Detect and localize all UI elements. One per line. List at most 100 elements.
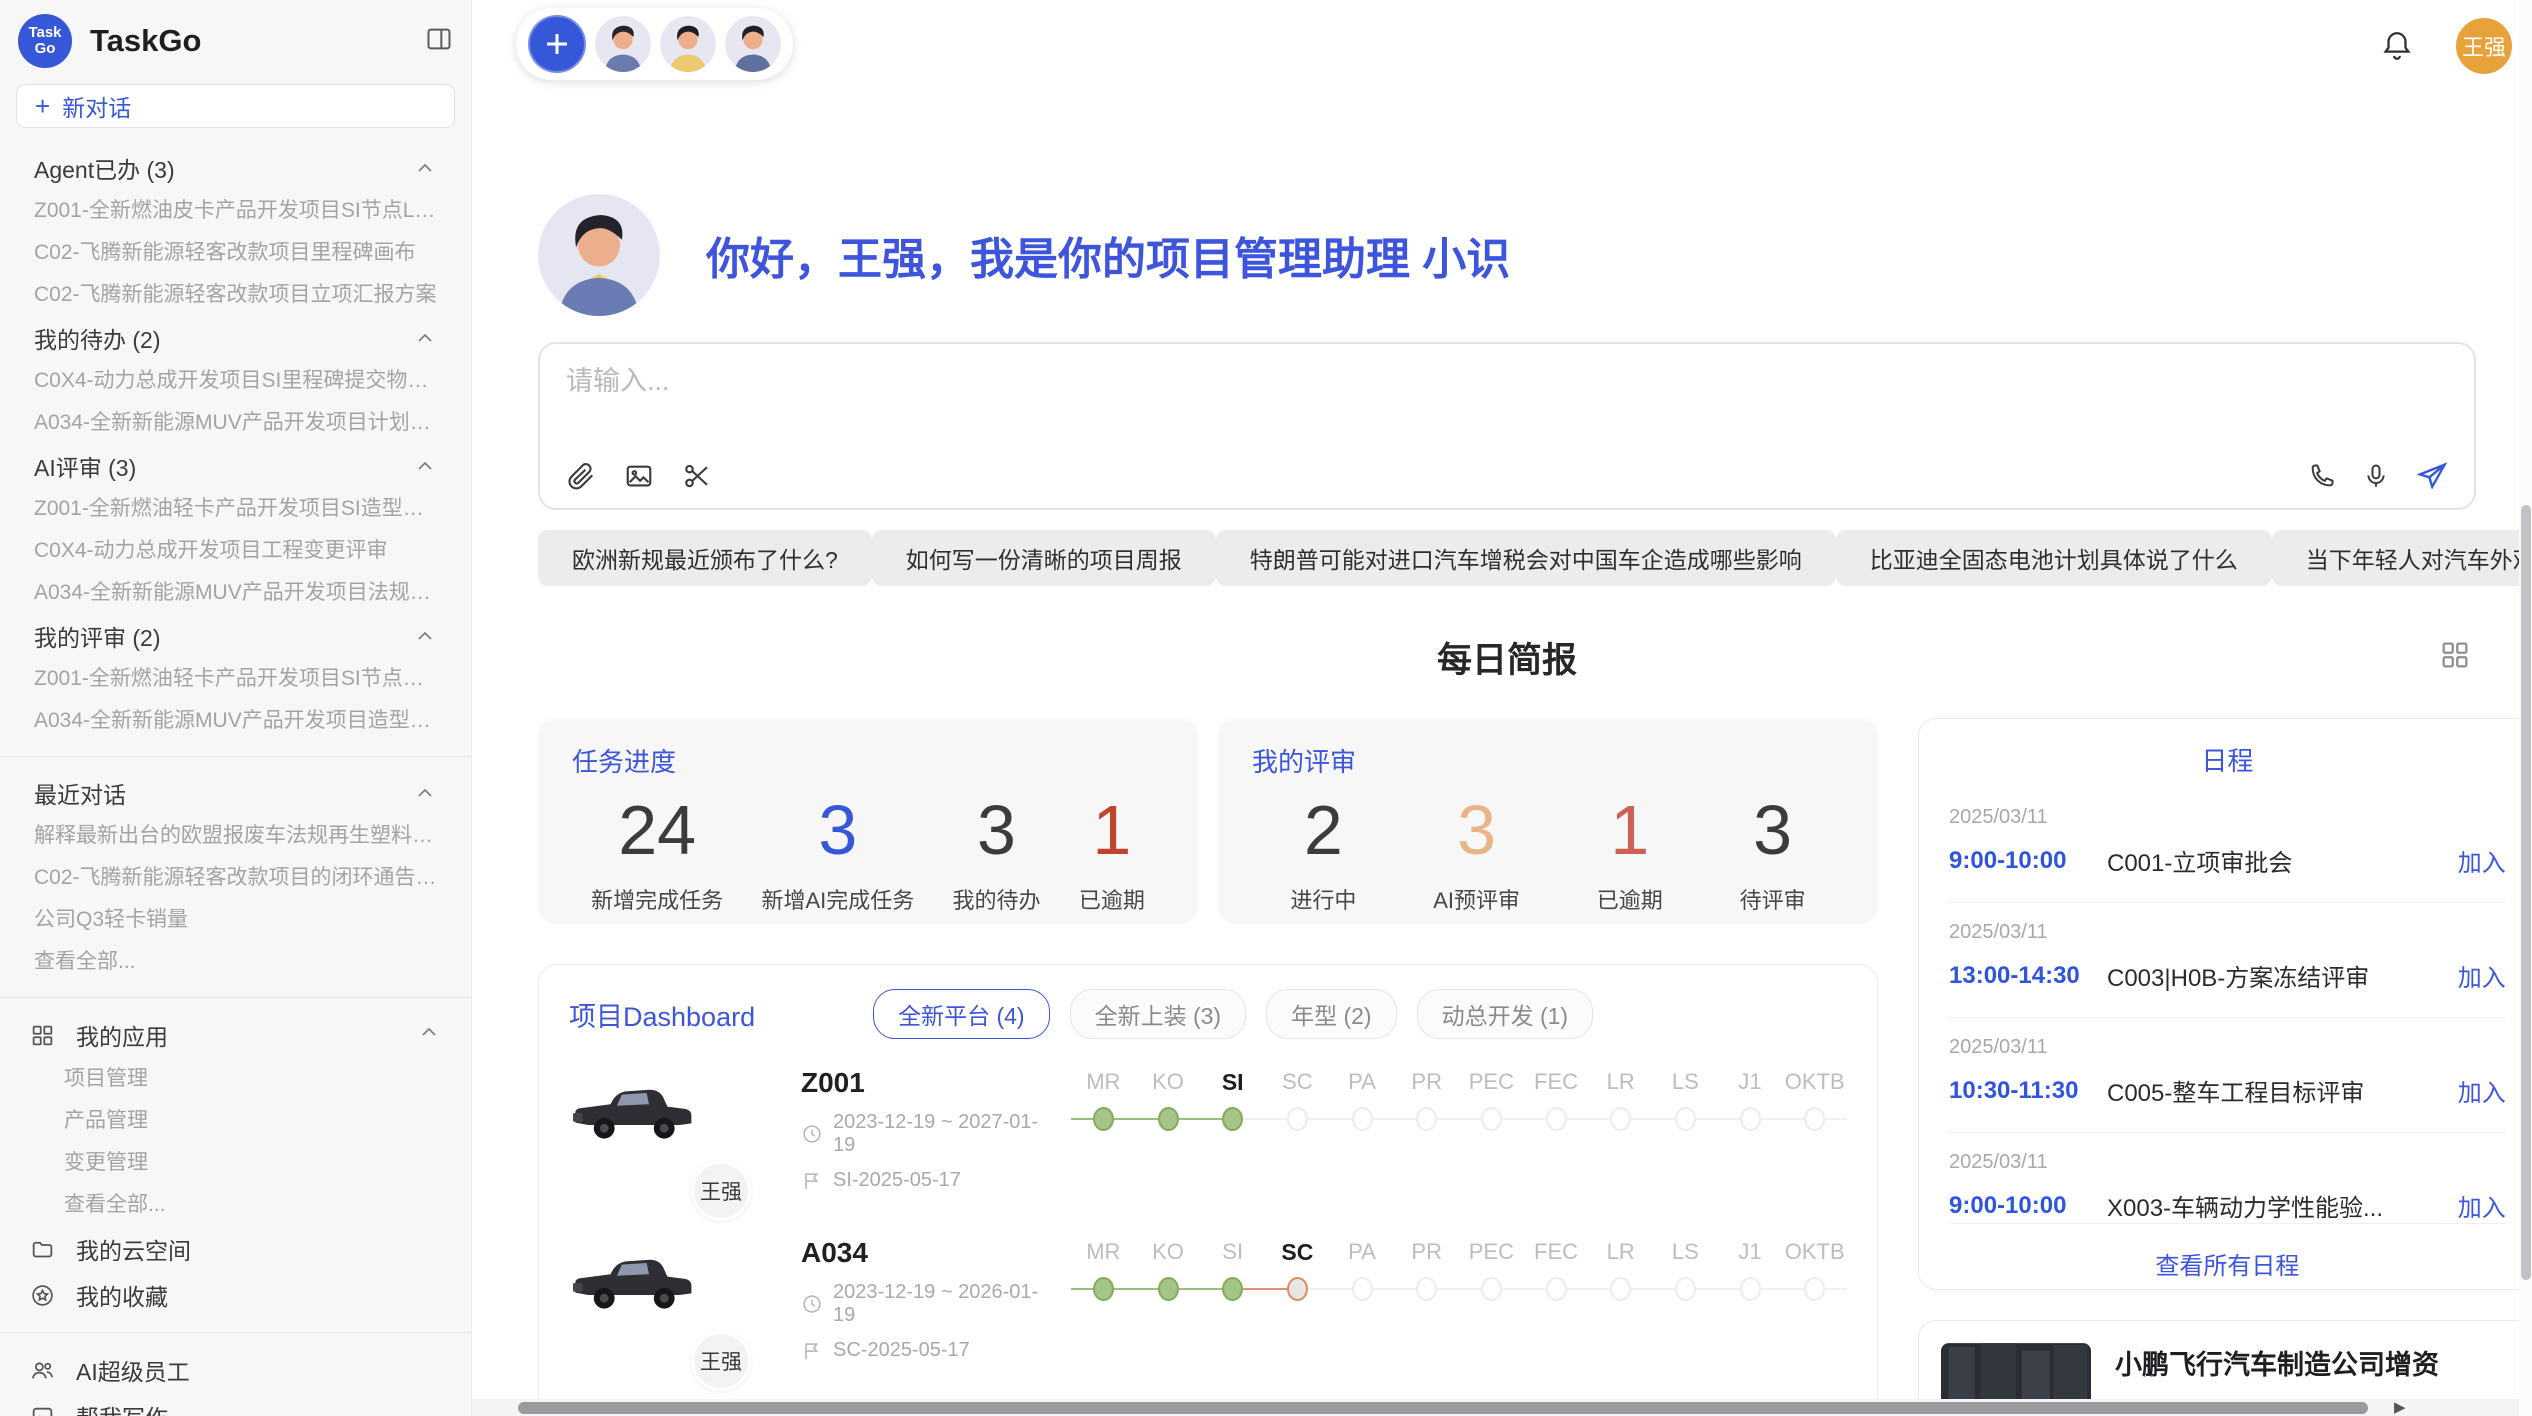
project-row[interactable]: 王强Z0012023-12-19 ~ 2027-01-19SI-2025-05-… <box>569 1065 1847 1209</box>
voice-call-icon[interactable] <box>2308 462 2336 490</box>
milestone-segment <box>1114 1118 1136 1120</box>
view-all-schedule-link[interactable]: 查看所有日程 <box>2155 1253 2299 1280</box>
sidebar-item[interactable]: Z001-全新燃油轻卡产品开发项目SI节点属性5D文件评审 <box>0 658 471 700</box>
milestone-segment <box>1502 1118 1524 1120</box>
stat-value: 1 <box>1610 795 1649 865</box>
sidebar-app-item[interactable]: 变更管理 <box>0 1142 471 1184</box>
event-date: 2025/03/11 <box>1949 806 2506 829</box>
chat-input[interactable] <box>566 366 2448 397</box>
milestone: SI <box>1200 1239 1265 1379</box>
new-chat-button[interactable]: + 新对话 <box>16 84 455 128</box>
milestone-segment <box>1200 1118 1222 1120</box>
sidebar-item-star[interactable]: 我的收藏 <box>0 1272 471 1318</box>
milestone-dot <box>1481 1107 1502 1131</box>
sidebar-item[interactable]: C02-飞腾新能源轻客改款项目立项汇报方案 <box>0 274 471 316</box>
sidebar-item[interactable]: C0X4-动力总成开发项目SI里程碑提交物检查 <box>0 360 471 402</box>
sidebar-section-header[interactable]: Agent已办 (3) <box>0 146 471 190</box>
sidebar-app-item[interactable]: 查看全部... <box>0 1184 471 1226</box>
sidebar-item[interactable]: A034-全新新能源MUV产品开发项目计划变更表编写 <box>0 402 471 444</box>
event-name: X003-车辆动力学性能验... <box>2107 1188 2444 1223</box>
project-row[interactable]: 王强A0342023-12-19 ~ 2026-01-19SC-2025-05-… <box>569 1235 1847 1379</box>
sidebar-item[interactable]: 公司Q3轻卡销量 <box>0 899 471 941</box>
horizontal-scrollbar-thumb[interactable] <box>518 1402 2368 1414</box>
sidebar-item-people[interactable]: AI超级员工 <box>0 1347 471 1393</box>
member-avatar[interactable] <box>595 16 651 72</box>
suggestion-chip[interactable]: 比亚迪全固态电池计划具体说了什么 <box>1836 530 2272 586</box>
event-join-link[interactable]: 加入 <box>2458 1073 2506 1108</box>
event-join-link[interactable]: 加入 <box>2458 843 2506 878</box>
sidebar-item-my-apps[interactable]: 我的应用 <box>0 1012 471 1058</box>
suggestion-chip[interactable]: 欧洲新规最近颁布了什么? <box>538 530 872 586</box>
milestone-dot <box>1740 1107 1761 1131</box>
milestone-segment <box>1373 1288 1395 1290</box>
sidebar-section-header[interactable]: 我的待办 (2) <box>0 316 471 360</box>
send-icon[interactable] <box>2416 460 2448 492</box>
sidebar-app-item[interactable]: 产品管理 <box>0 1100 471 1142</box>
scissors-icon[interactable] <box>682 461 712 491</box>
sidebar-item[interactable]: C02-飞腾新能源轻客改款项目的闭环通告反馈情况 <box>0 857 471 899</box>
stat-label: 新增完成任务 <box>591 883 723 915</box>
sidebar-item-folder[interactable]: 我的云空间 <box>0 1226 471 1272</box>
milestone-dot-row <box>1653 1275 1718 1303</box>
milestone-label: LS <box>1653 1239 1718 1275</box>
milestone-segment <box>1761 1118 1783 1120</box>
sidebar-section-header[interactable]: 最近对话 <box>0 771 471 815</box>
suggestion-chip[interactable]: 特朗普可能对进口汽车增税会对中国车企造成哪些影响 <box>1216 530 1836 586</box>
chevron-up-icon[interactable] <box>413 454 437 478</box>
sidebar-item[interactable]: Z001-全新燃油皮卡产品开发项目SI节点Lesson Learn报告 <box>0 190 471 232</box>
milestone-dot-row <box>1394 1275 1459 1303</box>
sidebar-app-item[interactable]: 项目管理 <box>0 1058 471 1100</box>
stat-label: 已逾期 <box>1079 883 1145 915</box>
sidebar-item[interactable]: 解释最新出台的欧盟报废车法规再生塑料比例被调至15%... <box>0 815 471 857</box>
vertical-scrollbar-thumb[interactable] <box>2521 505 2531 1280</box>
collapse-sidebar-icon[interactable] <box>425 25 453 58</box>
chevron-up-icon[interactable] <box>413 624 437 648</box>
sidebar-item[interactable]: C0X4-动力总成开发项目工程变更评审 <box>0 530 471 572</box>
sidebar-item-image[interactable]: 帮我写作 <box>0 1393 471 1416</box>
dashboard-tab[interactable]: 全新上装 (3) <box>1070 989 1247 1039</box>
microphone-icon[interactable] <box>2362 462 2390 490</box>
event-list: 2025/03/119:00-10:00C001-立项审批会加入2025/03/… <box>1949 788 2506 1223</box>
sidebar-item[interactable]: Z001-全新燃油轻卡产品开发项目SI造型提交物评审 <box>0 488 471 530</box>
milestone-label: OKTB <box>1782 1069 1847 1105</box>
event-time: 9:00-10:00 <box>1949 1192 2107 1220</box>
sidebar-item[interactable]: A034-全新新能源MUV产品开发项目造型可行性评审 <box>0 700 471 742</box>
milestone-dot <box>1093 1277 1114 1301</box>
member-avatar[interactable] <box>660 16 716 72</box>
member-avatar[interactable] <box>725 16 781 72</box>
layout-grid-icon[interactable] <box>2438 638 2472 677</box>
new-chat-label: 新对话 <box>62 89 131 123</box>
project-flag: SI-2025-05-17 <box>801 1169 1051 1192</box>
milestone-segment <box>1114 1288 1136 1290</box>
app-logo-line1: Task <box>28 25 61 41</box>
sidebar-item[interactable]: C02-飞腾新能源轻客改款项目里程碑画布 <box>0 232 471 274</box>
suggestion-chip[interactable]: 当下年轻人对汽车外观有怎样的喜好趋势 <box>2272 530 2532 586</box>
dashboard-tab[interactable]: 全新平台 (4) <box>873 989 1050 1039</box>
insert-image-icon[interactable] <box>624 461 654 491</box>
milestone: PA <box>1330 1239 1395 1379</box>
event-join-link[interactable]: 加入 <box>2458 958 2506 993</box>
notifications-bell-icon[interactable] <box>2380 29 2414 63</box>
event-join-link[interactable]: 加入 <box>2458 1188 2506 1223</box>
grid-icon <box>30 1023 56 1048</box>
sidebar-section-header[interactable]: AI评审 (3) <box>0 444 471 488</box>
sidebar-item[interactable]: 查看全部... <box>0 941 471 983</box>
stat-cell: 3待评审 <box>1740 789 1806 917</box>
milestone-dot-row <box>1265 1105 1330 1133</box>
chevron-up-icon[interactable] <box>413 326 437 350</box>
add-conversation-button[interactable] <box>528 15 586 73</box>
scroll-right-arrow-icon[interactable]: ▶ <box>2394 1398 2406 1416</box>
attachment-icon[interactable] <box>566 461 596 491</box>
user-avatar[interactable]: 王强 <box>2456 18 2512 74</box>
chevron-up-icon[interactable] <box>413 156 437 180</box>
dashboard-tab[interactable]: 动总开发 (1) <box>1417 989 1594 1039</box>
sidebar: Task Go TaskGo + 新对话 Agent已办 (3)Z001-全新燃… <box>0 0 472 1416</box>
dashboard-tab[interactable]: 年型 (2) <box>1266 989 1397 1039</box>
sidebar-section-header[interactable]: 我的评审 (2) <box>0 614 471 658</box>
sidebar-item[interactable]: A034-全新新能源MUV产品开发项目法规符合性评审 <box>0 572 471 614</box>
chevron-up-icon[interactable] <box>413 781 437 805</box>
suggestion-chip[interactable]: 如何写一份清晰的项目周报 <box>872 530 1216 586</box>
milestone-segment <box>1394 1118 1416 1120</box>
chevron-up-icon[interactable] <box>417 1020 441 1050</box>
milestone-dot-row <box>1330 1105 1395 1133</box>
